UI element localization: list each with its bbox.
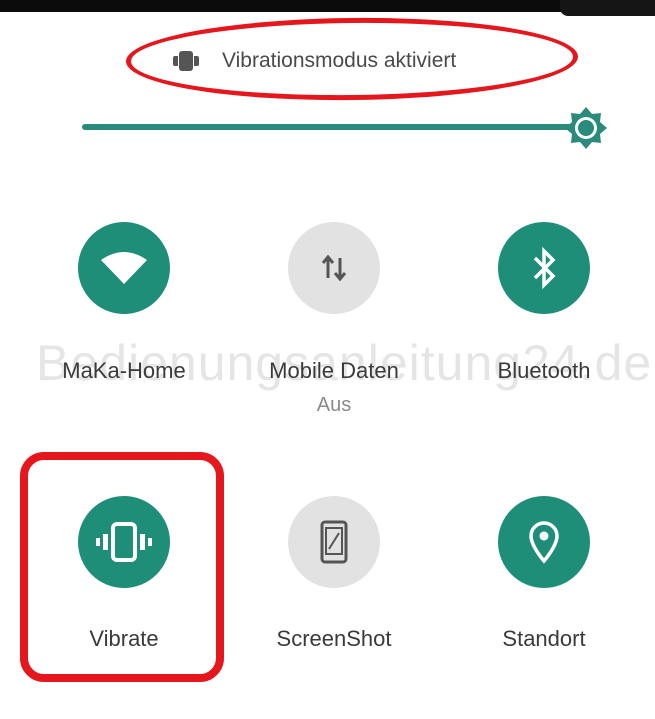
bluetooth-icon: [533, 246, 556, 290]
mobile-data-toggle[interactable]: [288, 222, 380, 314]
tile-mobile-data[interactable]: Mobile Daten Aus: [234, 222, 434, 417]
tile-wifi[interactable]: MaKa-Home: [24, 222, 224, 384]
location-toggle[interactable]: [498, 496, 590, 588]
tile-location[interactable]: Standort: [444, 496, 644, 652]
tile-screenshot-label: ScreenShot: [276, 626, 392, 651]
highlight-box: [20, 452, 224, 682]
tile-wifi-label: MaKa-Home: [62, 358, 186, 383]
brightness-slider[interactable]: [82, 124, 586, 130]
tile-screenshot[interactable]: ScreenShot: [234, 496, 434, 652]
tile-bluetooth[interactable]: Bluetooth: [444, 222, 644, 384]
brightness-icon[interactable]: [564, 106, 608, 150]
top-bar-corner: [560, 0, 655, 16]
tile-mobile-data-status: Aus: [316, 394, 352, 416]
tile-location-label: Standort: [502, 626, 586, 651]
highlight-oval: [125, 15, 579, 103]
mobile-data-icon: [321, 254, 347, 282]
bluetooth-toggle[interactable]: [498, 222, 590, 314]
top-bar: [0, 0, 655, 12]
tile-mobile-data-label: Mobile Daten: [269, 358, 399, 383]
wifi-toggle[interactable]: [78, 222, 170, 314]
wifi-icon: [101, 252, 147, 284]
tile-bluetooth-label: Bluetooth: [497, 358, 591, 383]
screenshot-icon: [320, 520, 348, 564]
location-icon: [529, 521, 559, 564]
screenshot-toggle[interactable]: [288, 496, 380, 588]
